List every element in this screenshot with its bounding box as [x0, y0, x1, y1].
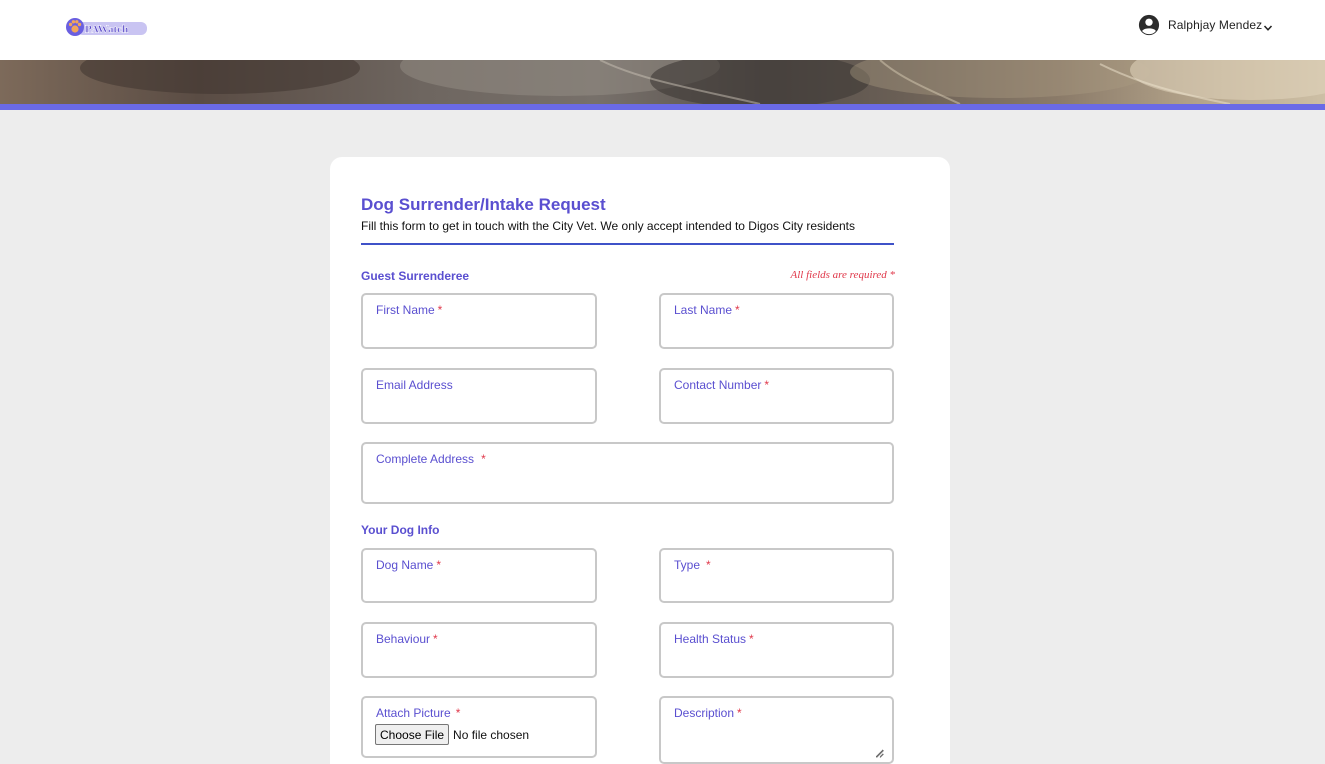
top-navbar: PAWatch Ralphjay Mendez [0, 0, 1325, 60]
description-textarea[interactable] [673, 726, 884, 758]
contact-number-field[interactable]: Contact Number * [659, 368, 894, 424]
attach-picture-label: Attach Picture * [376, 706, 461, 720]
hero-banner-image [0, 60, 1325, 104]
logo-text: PAWatch [85, 24, 128, 36]
file-status-text: No file chosen [453, 727, 530, 742]
complete-address-field[interactable]: Complete Address * [361, 442, 894, 504]
dog-name-field[interactable]: Dog Name * [361, 548, 597, 603]
type-label: Type * [674, 558, 711, 572]
complete-address-input[interactable] [375, 476, 880, 494]
dog-name-input[interactable] [375, 575, 583, 593]
first-name-input[interactable] [375, 321, 583, 339]
dog-fur-photo [80, 60, 1325, 104]
health-status-input[interactable] [673, 650, 880, 668]
email-input[interactable] [375, 396, 583, 414]
first-name-field[interactable]: First Name * [361, 293, 597, 349]
user-name: Ralphjay Mendez [1168, 18, 1263, 32]
contact-number-label: Contact Number * [674, 378, 770, 392]
pawatch-logo[interactable]: PAWatch [65, 15, 149, 39]
description-field[interactable]: Description * [659, 696, 894, 764]
first-name-label: First Name * [376, 303, 443, 317]
resize-grip-icon[interactable] [875, 749, 884, 758]
behaviour-label: Behaviour * [376, 632, 438, 646]
attach-picture-field: Attach Picture * Choose File No file chos… [361, 696, 597, 758]
form-title: Dog Surrender/Intake Request [361, 195, 606, 214]
last-name-label: Last Name * [674, 303, 740, 317]
choose-file-button[interactable]: Choose File [375, 724, 450, 745]
health-status-label: Health Status * [674, 632, 754, 646]
file-input[interactable]: Choose File No file chosen [375, 724, 529, 745]
user-circle-icon [1138, 14, 1160, 36]
type-input[interactable] [673, 575, 880, 593]
last-name-field[interactable]: Last Name * [659, 293, 894, 349]
form-subtitle: Fill this form to get in touch with the … [361, 219, 856, 233]
behaviour-input[interactable] [375, 650, 583, 668]
email-field[interactable]: Email Address [361, 368, 597, 424]
behaviour-field[interactable]: Behaviour * [361, 622, 597, 678]
contact-number-input[interactable] [673, 396, 880, 414]
user-menu[interactable]: Ralphjay Mendez [1138, 12, 1273, 38]
banner-accent-bar [0, 104, 1325, 110]
health-status-field[interactable]: Health Status * [659, 622, 894, 678]
complete-address-label: Complete Address * [376, 452, 486, 466]
title-divider [361, 243, 894, 245]
description-label: Description * [674, 706, 742, 720]
paw-logo-icon: PAWatch [66, 18, 147, 36]
section-title-dog: Your Dog Info [361, 523, 440, 537]
chevron-down-icon[interactable] [1263, 23, 1273, 33]
last-name-input[interactable] [673, 321, 880, 339]
required-fields-note: All fields are required * [790, 269, 895, 281]
section-title-guest: Guest Surrenderee [361, 269, 470, 283]
email-label: Email Address [376, 378, 453, 392]
dog-name-label: Dog Name * [376, 558, 442, 572]
surrender-form-card: Dog Surrender/Intake Request Fill this f… [330, 157, 950, 764]
type-field[interactable]: Type * [659, 548, 894, 603]
